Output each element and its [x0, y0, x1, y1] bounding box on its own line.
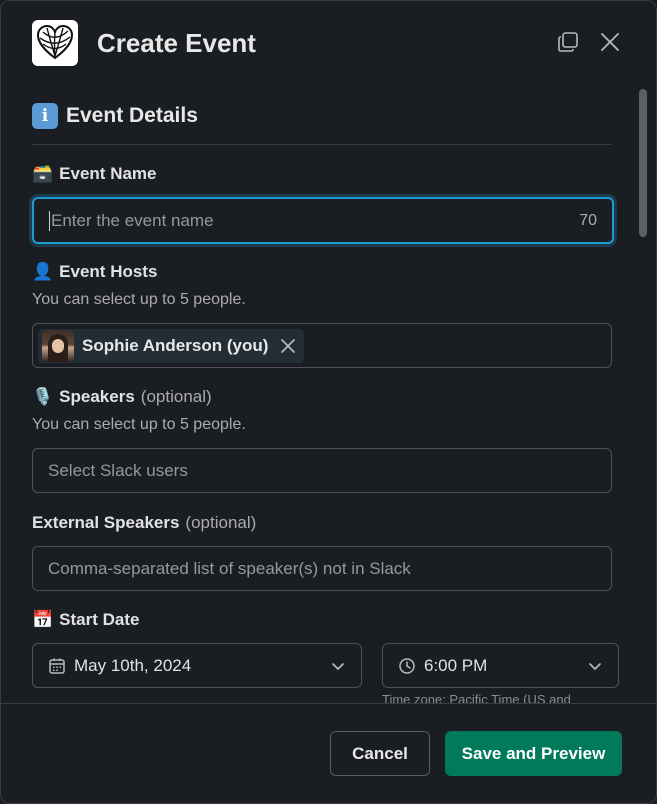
copy-icon[interactable] — [557, 31, 579, 53]
speakers-label: 🎙️ Speakers (optional) — [32, 387, 212, 407]
microphone-icon: 🎙️ — [32, 387, 54, 407]
start-date-label: 📅 Start Date — [32, 610, 139, 630]
divider — [32, 144, 612, 145]
speakers-select[interactable]: Select Slack users — [32, 448, 612, 493]
event-hosts-label-text: Event Hosts — [59, 262, 158, 281]
start-time-picker[interactable]: 6:00 PM — [382, 643, 619, 688]
event-hosts-label: 👤 Event Hosts — [32, 262, 157, 282]
external-speakers-placeholder: Comma-separated list of speaker(s) not i… — [48, 558, 411, 578]
start-date-label-text: Start Date — [59, 610, 140, 629]
person-icon: 👤 — [32, 262, 54, 282]
chevron-down-icon — [332, 662, 344, 670]
section-title-text: Event Details — [66, 104, 198, 127]
card-file-box-icon: 🗃️ — [32, 164, 54, 184]
start-date-picker[interactable]: May 10th, 2024 — [32, 643, 362, 688]
speakers-hint: You can select up to 5 people. — [32, 416, 246, 433]
calendar-icon — [49, 658, 65, 674]
speakers-optional: (optional) — [140, 387, 212, 406]
event-hosts-hint: You can select up to 5 people. — [32, 291, 246, 308]
clock-icon — [399, 657, 415, 674]
timezone-note: Time zone: Pacific Time (US and — [382, 692, 571, 703]
event-name-label: 🗃️ Event Name — [32, 164, 157, 184]
calendar-emoji-icon: 📅 — [32, 610, 54, 630]
event-name-label-text: Event Name — [59, 164, 157, 183]
avatar — [42, 329, 74, 362]
create-event-modal: Create Event i Event Details 🗃️ Event Na… — [0, 0, 657, 804]
char-counter: 70 — [579, 211, 597, 229]
speakers-placeholder: Select Slack users — [48, 460, 188, 480]
start-date-value: May 10th, 2024 — [74, 655, 192, 675]
cancel-button[interactable]: Cancel — [330, 731, 430, 776]
modal-title: Create Event — [97, 28, 256, 58]
external-speakers-input[interactable]: Comma-separated list of speaker(s) not i… — [32, 546, 612, 591]
modal-footer: Cancel Save and Preview — [1, 703, 656, 803]
remove-host-icon[interactable] — [280, 338, 296, 354]
host-chip: Sophie Anderson (you) — [38, 328, 305, 363]
event-name-placeholder: Enter the event name — [51, 210, 214, 230]
speakers-label-text: Speakers — [59, 387, 135, 406]
scrollbar[interactable] — [639, 89, 647, 237]
host-name: Sophie Anderson (you) — [82, 335, 269, 355]
modal-body[interactable]: i Event Details 🗃️ Event Name Enter the … — [1, 85, 656, 703]
save-and-preview-button[interactable]: Save and Preview — [445, 731, 622, 776]
external-speakers-optional: (optional) — [185, 513, 257, 532]
close-icon[interactable] — [599, 31, 621, 53]
section-title: i Event Details — [32, 103, 198, 129]
heart-logo-icon — [32, 20, 78, 66]
event-name-input[interactable]: Enter the event name 70 — [32, 197, 614, 244]
modal-header: Create Event — [1, 1, 656, 85]
text-caret — [49, 210, 50, 231]
external-speakers-label-text: External Speakers — [32, 513, 180, 532]
external-speakers-label: External Speakers (optional) — [32, 513, 256, 533]
event-hosts-select[interactable]: Sophie Anderson (you) — [32, 323, 612, 368]
info-icon: i — [32, 103, 58, 129]
chevron-down-icon — [589, 662, 601, 670]
start-time-value: 6:00 PM — [424, 655, 488, 675]
avatar-face — [52, 338, 64, 353]
